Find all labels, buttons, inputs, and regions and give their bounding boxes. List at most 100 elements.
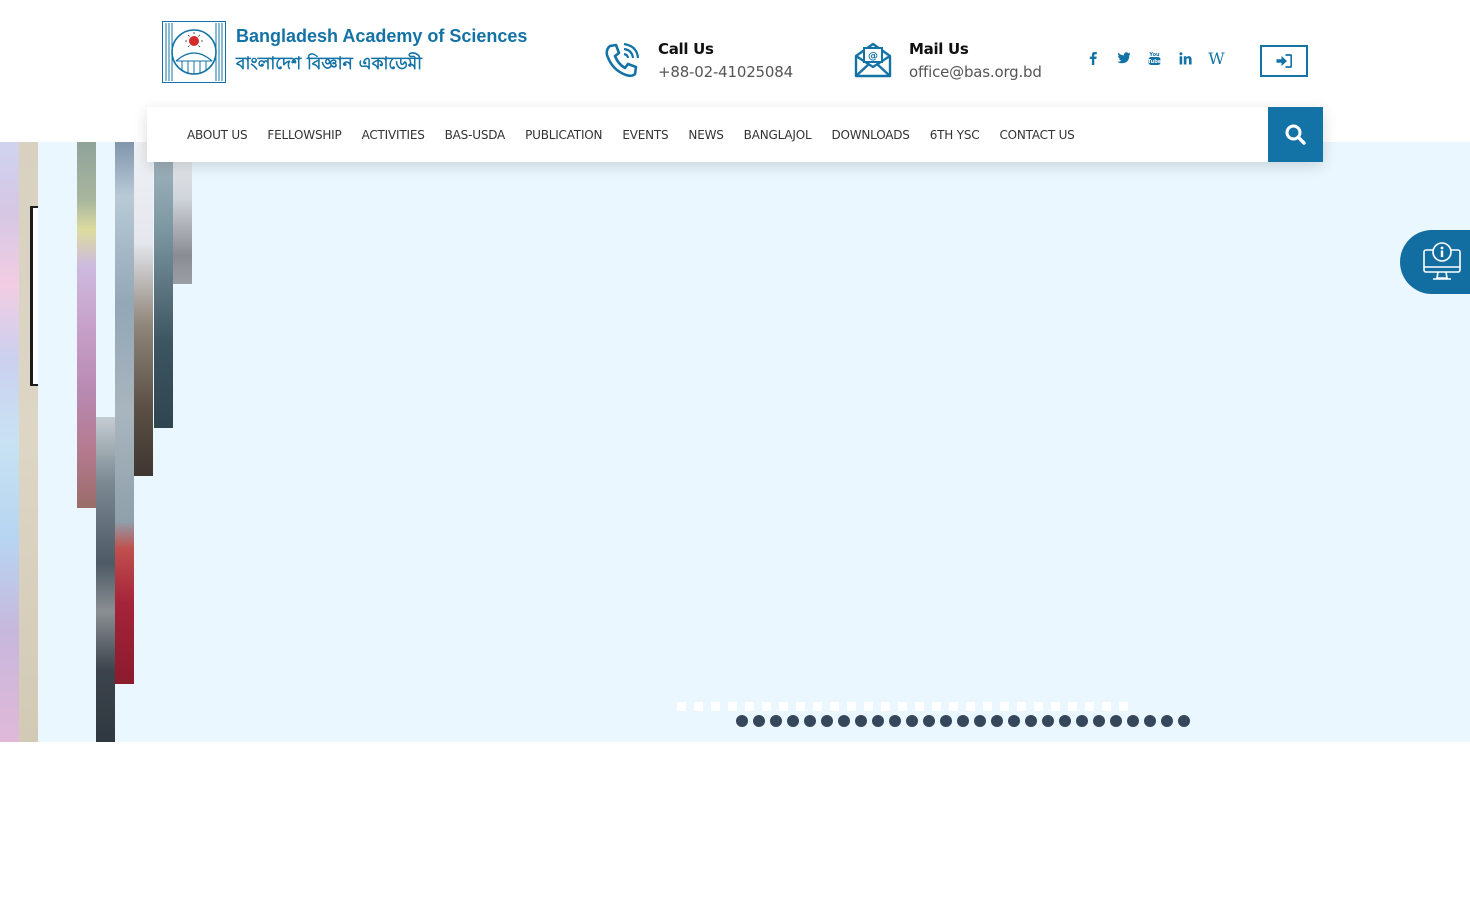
- slide-thumbnail[interactable]: [694, 702, 703, 711]
- slide-thumbnail[interactable]: [898, 702, 907, 711]
- slide-strip: [0, 142, 19, 742]
- call-us-title: Call Us: [658, 40, 714, 58]
- slide-thumbnail[interactable]: [1000, 702, 1009, 711]
- slider-dot[interactable]: [940, 715, 952, 727]
- slide-thumbnail[interactable]: [847, 702, 856, 711]
- slide-thumbnail[interactable]: [881, 702, 890, 711]
- info-widget-tab[interactable]: [1400, 230, 1470, 294]
- nav-item-banglajol[interactable]: BANGLAJOL: [744, 128, 812, 142]
- linkedin-icon[interactable]: [1170, 48, 1201, 68]
- slider-dot[interactable]: [1025, 715, 1037, 727]
- slider-dot[interactable]: [872, 715, 884, 727]
- slide-thumbnail[interactable]: [711, 702, 720, 711]
- slider-dot[interactable]: [1093, 715, 1105, 727]
- slider-dot[interactable]: [838, 715, 850, 727]
- slide-thumbnail[interactable]: [932, 702, 941, 711]
- mail-us-address[interactable]: office@bas.org.bd: [909, 60, 1042, 84]
- slider-dot[interactable]: [1008, 715, 1020, 727]
- phone-icon: [605, 42, 640, 78]
- call-us-block: Call Us +88-02-41025084: [602, 38, 793, 84]
- slide-thumbnail[interactable]: [813, 702, 822, 711]
- slider-dot[interactable]: [1161, 715, 1173, 727]
- slide-thumbnail[interactable]: [1017, 702, 1026, 711]
- slider-dot[interactable]: [1110, 715, 1122, 727]
- slide-thumbnail[interactable]: [1051, 702, 1060, 711]
- slider-dot[interactable]: [991, 715, 1003, 727]
- svg-text:Tube: Tube: [1148, 59, 1161, 65]
- twitter-icon[interactable]: [1108, 48, 1139, 68]
- slide-thumbnail[interactable]: [983, 702, 992, 711]
- search-icon: [1285, 124, 1306, 145]
- slide-thumbnail[interactable]: [1068, 702, 1077, 711]
- slider-pagination: [736, 715, 1195, 727]
- slider-dot[interactable]: [889, 715, 901, 727]
- mail-us-title: Mail Us: [909, 40, 969, 58]
- slider-dot[interactable]: [1144, 715, 1156, 727]
- slide-strip: [77, 142, 96, 508]
- nav-item-6th-ysc[interactable]: 6TH YSC: [930, 128, 980, 142]
- slider-dot[interactable]: [906, 715, 918, 727]
- slide-thumbnail[interactable]: [745, 702, 754, 711]
- slide-thumbnail[interactable]: [728, 702, 737, 711]
- wikipedia-icon[interactable]: W: [1201, 48, 1232, 68]
- slide-strip: [115, 142, 134, 684]
- slider-dot[interactable]: [787, 715, 799, 727]
- facebook-icon[interactable]: [1077, 48, 1108, 68]
- slide-thumbnail[interactable]: [949, 702, 958, 711]
- main-navigation: ABOUT US FELLOWSHIP ACTIVITIES BAS-USDA PUBL…: [147, 107, 1323, 162]
- slide-thumbnail[interactable]: [762, 702, 771, 711]
- slide-thumbnail[interactable]: [1085, 702, 1094, 711]
- slider-dot[interactable]: [1178, 715, 1190, 727]
- academy-emblem-icon: [162, 21, 226, 83]
- slide-thumbnail[interactable]: [1102, 702, 1111, 711]
- site-header: Bangladesh Academy of Sciences বাংলাদেশ …: [0, 0, 1470, 107]
- hero-slider[interactable]: [0, 142, 1470, 742]
- slider-dot[interactable]: [1076, 715, 1088, 727]
- login-button[interactable]: [1260, 45, 1308, 77]
- slide-thumbnail[interactable]: [1034, 702, 1043, 711]
- slider-dot[interactable]: [736, 715, 748, 727]
- slide-thumbnail[interactable]: [830, 702, 839, 711]
- slider-dot[interactable]: [1059, 715, 1071, 727]
- slider-dot[interactable]: [770, 715, 782, 727]
- slider-dot[interactable]: [855, 715, 867, 727]
- nav-item-publication[interactable]: PUBLICATION: [525, 128, 602, 142]
- info-monitor-icon: [1423, 242, 1461, 280]
- social-links: You Tube W: [1077, 48, 1232, 68]
- slider-dot[interactable]: [974, 715, 986, 727]
- nav-item-downloads[interactable]: DOWNLOADS: [831, 128, 909, 142]
- nav-item-bas-usda[interactable]: BAS-USDA: [445, 128, 506, 142]
- call-us-number[interactable]: +88-02-41025084: [658, 60, 793, 84]
- mail-us-block: @ Mail Us office@bas.org.bd: [853, 38, 1042, 84]
- svg-text:@: @: [868, 51, 878, 62]
- sign-in-icon: [1276, 54, 1292, 68]
- slide-thumbnail[interactable]: [677, 702, 686, 711]
- slider-dot[interactable]: [957, 715, 969, 727]
- site-logo[interactable]: Bangladesh Academy of Sciences বাংলাদেশ …: [162, 20, 527, 84]
- slider-dot[interactable]: [923, 715, 935, 727]
- youtube-icon[interactable]: You Tube: [1139, 48, 1170, 68]
- nav-item-news[interactable]: NEWS: [688, 128, 723, 142]
- slide-thumbnail[interactable]: [1119, 702, 1128, 711]
- nav-item-fellowship[interactable]: FELLOWSHIP: [267, 128, 341, 142]
- slider-dot[interactable]: [753, 715, 765, 727]
- slider-dot[interactable]: [804, 715, 816, 727]
- nav-item-events[interactable]: EVENTS: [622, 128, 668, 142]
- slide-thumbnail[interactable]: [915, 702, 924, 711]
- slider-dot[interactable]: [1042, 715, 1054, 727]
- slide-thumbnail[interactable]: [966, 702, 975, 711]
- nav-item-about-us[interactable]: ABOUT US: [187, 128, 248, 142]
- slider-dot[interactable]: [821, 715, 833, 727]
- site-name-bangla: বাংলাদেশ বিজ্ঞান একাডেমী: [236, 53, 423, 74]
- slide-thumbnail[interactable]: [864, 702, 873, 711]
- slide-thumbnail-row: [677, 702, 1136, 711]
- slide-thumbnail[interactable]: [779, 702, 788, 711]
- slider-dot[interactable]: [1127, 715, 1139, 727]
- nav-item-activities[interactable]: ACTIVITIES: [362, 128, 425, 142]
- slide-strip: [30, 206, 38, 386]
- envelope-icon: @: [854, 42, 892, 78]
- slide-thumbnail[interactable]: [796, 702, 805, 711]
- nav-item-contact-us[interactable]: CONTACT US: [999, 128, 1074, 142]
- slide-strip: [154, 142, 173, 428]
- search-button[interactable]: [1268, 107, 1323, 162]
